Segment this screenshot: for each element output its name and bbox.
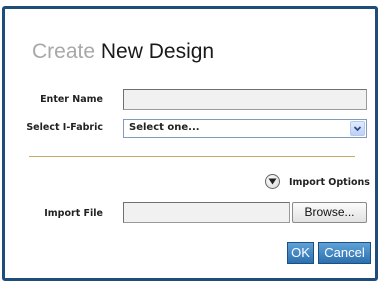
enter-name-label: Enter Name bbox=[40, 94, 103, 105]
import-options-label: Import Options bbox=[289, 177, 370, 188]
select-fabric-label: Select I-Fabric bbox=[26, 122, 103, 133]
import-file-input[interactable] bbox=[123, 202, 290, 223]
fabric-select-value: Select one... bbox=[129, 122, 200, 133]
chevron-down-icon[interactable] bbox=[350, 121, 365, 136]
cancel-button[interactable]: Cancel bbox=[318, 242, 371, 264]
fabric-select[interactable]: Select one... bbox=[123, 119, 367, 138]
form-divider bbox=[29, 156, 355, 157]
title-main: New Design bbox=[100, 40, 215, 63]
browse-button[interactable]: Browse... bbox=[292, 202, 367, 223]
title-prefix: Create bbox=[32, 40, 96, 63]
expand-circle-icon[interactable] bbox=[265, 174, 280, 189]
create-design-dialog: Create New Design Enter Name Select I-Fa… bbox=[2, 6, 378, 281]
ok-button[interactable]: OK bbox=[287, 242, 314, 264]
dialog-title: Create New Design bbox=[32, 40, 214, 64]
import-file-label: Import File bbox=[44, 208, 103, 219]
name-input[interactable] bbox=[123, 89, 367, 110]
